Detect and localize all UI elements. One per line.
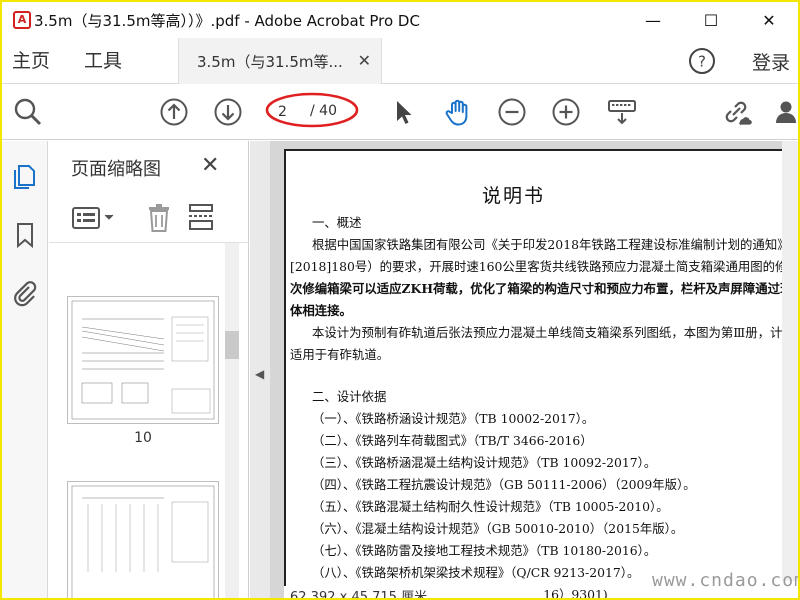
document-scrollbar[interactable]	[782, 141, 798, 581]
panel-title: 页面缩略图	[71, 159, 161, 180]
page-thumbnails-icon[interactable]	[11, 163, 39, 191]
app-logo: A	[2, 2, 42, 38]
zoom-search-icon[interactable]	[12, 96, 44, 128]
thumbnail-page-10[interactable]	[67, 296, 219, 424]
attachment-icon[interactable]	[11, 279, 39, 307]
bookmark-icon[interactable]	[11, 221, 39, 249]
svg-text:?: ?	[698, 53, 706, 71]
document-tab-label: 3.5m（与31.5m等...	[197, 52, 343, 71]
document-line: （七）、《铁路防雷及接地工程技术规范》（TB 10180-2016）。	[312, 543, 657, 558]
document-line: 次修编箱梁可以适应ZKH荷载，优化了箱梁的构造尺寸和预应力布置，栏杆及声屏障通过…	[290, 281, 798, 296]
maximize-button[interactable]: ☐	[682, 2, 740, 38]
thumbnail-options-icon[interactable]	[71, 205, 117, 231]
document-line: （二）、《铁路列车荷载图式》（TB/T 3466-2016）	[312, 433, 593, 448]
watermark: www.cndao.com	[652, 570, 798, 591]
document-line: （一）、《铁路桥涵设计规范》（TB 10002-2017）。	[312, 411, 595, 426]
collapse-arrow-icon: ◀	[255, 367, 265, 381]
pdf-page: 说明书 一、概述 根据中国国家铁路集团有限公司《关于印发2018年铁路工程建设标…	[284, 149, 798, 598]
document-line: 体相连接。	[290, 303, 352, 318]
window-controls: — ☐ ✕	[624, 2, 798, 38]
document-line: （八）、《铁路架桥机架梁技术规程》（Q/CR 9213-2017）。	[312, 565, 640, 580]
document-line: 适用于有砟轨道。	[290, 347, 390, 362]
user-icon[interactable]	[772, 96, 798, 128]
thumbnail-page-11[interactable]	[67, 481, 219, 598]
keyboard-icon[interactable]	[606, 96, 638, 128]
thumbnail-tools	[49, 193, 249, 243]
document-line: 根据中国国家铁路集团有限公司《关于印发2018年铁路工程建设标准编制计划的通知》…	[312, 237, 798, 252]
document-line: （六）、《混凝土结构设计规范》（GB 50010-2010）（2015年版）。	[312, 521, 684, 536]
panel-scrollbar-thumb[interactable]	[225, 331, 239, 359]
tab-tools[interactable]: 工具	[84, 38, 122, 84]
page-size-status: 62.392 x 45.715 厘米	[284, 586, 544, 598]
document-view[interactable]: 说明书 一、概述 根据中国国家铁路集团有限公司《关于印发2018年铁路工程建设标…	[270, 141, 798, 598]
toolbar: / 40	[2, 84, 798, 140]
delete-icon[interactable]	[145, 203, 173, 233]
hand-tool-icon[interactable]	[442, 96, 474, 128]
document-line: 二、设计依据	[312, 389, 387, 404]
close-panel-icon[interactable]: ✕	[201, 153, 219, 178]
page-layout-icon[interactable]	[187, 203, 215, 233]
page-total: / 40	[310, 103, 337, 119]
panel-scrollbar-track[interactable]	[225, 243, 239, 598]
zoom-in-icon[interactable]	[550, 96, 582, 128]
acrobat-window: A 3.5m（与31.5m等高））》.pdf - Adobe Acrobat P…	[2, 2, 798, 598]
document-line: 本设计为预制有砟轨道后张法预应力混凝土单线简支箱梁系列图纸，本图为第Ⅲ册，计算跨…	[312, 325, 798, 340]
login-button[interactable]: 登录	[752, 38, 790, 84]
minimize-button[interactable]: —	[624, 2, 682, 38]
window-title: 3.5m（与31.5m等高））》.pdf - Adobe Acrobat Pro…	[34, 11, 420, 30]
acrobat-logo-icon: A	[13, 11, 31, 29]
share-link-icon[interactable]	[720, 96, 752, 128]
tab-bar: 主页 工具 3.5m（与31.5m等... ✕ ? 登录	[2, 38, 798, 84]
document-line: （四）、《铁路工程抗震设计规范》（GB 50111-2006）（2009年版）。	[312, 477, 696, 492]
page-navigator: / 40	[272, 99, 358, 125]
document-line: [2018]180号）的要求，开展时速160公里客货共线铁路预应力混凝土简支箱梁…	[290, 259, 798, 274]
document-line: 一、概述	[312, 215, 362, 230]
collapse-panel-handle[interactable]: ◀	[250, 141, 270, 598]
next-page-icon[interactable]	[212, 96, 244, 128]
close-window-button[interactable]: ✕	[740, 2, 798, 38]
tab-document[interactable]: 3.5m（与31.5m等... ✕	[178, 38, 382, 84]
page-number-input[interactable]	[278, 99, 306, 125]
help-icon[interactable]: ?	[688, 47, 716, 75]
tab-home[interactable]: 主页	[12, 38, 50, 84]
document-line: （五）、《铁路混凝土结构耐久性设计规范》（TB 10005-2010）。	[312, 499, 669, 514]
zoom-out-icon[interactable]	[496, 96, 528, 128]
left-rail	[2, 141, 48, 598]
thumbnail-page-label: 10	[134, 430, 152, 446]
document-line: （三）、《铁路桥涵混凝土结构设计规范》（TB 10092-2017）。	[312, 455, 657, 470]
previous-page-icon[interactable]	[158, 96, 190, 128]
title-bar: A 3.5m（与31.5m等高））》.pdf - Adobe Acrobat P…	[2, 2, 798, 38]
thumbnails-panel: 页面缩略图 ✕ 10	[49, 141, 249, 598]
select-cursor-icon[interactable]	[388, 96, 420, 128]
thumbnail-drawing	[71, 485, 215, 598]
document-title: 说明书	[482, 185, 546, 207]
close-tab-icon[interactable]: ✕	[358, 51, 371, 70]
thumbnail-drawing	[71, 300, 215, 420]
